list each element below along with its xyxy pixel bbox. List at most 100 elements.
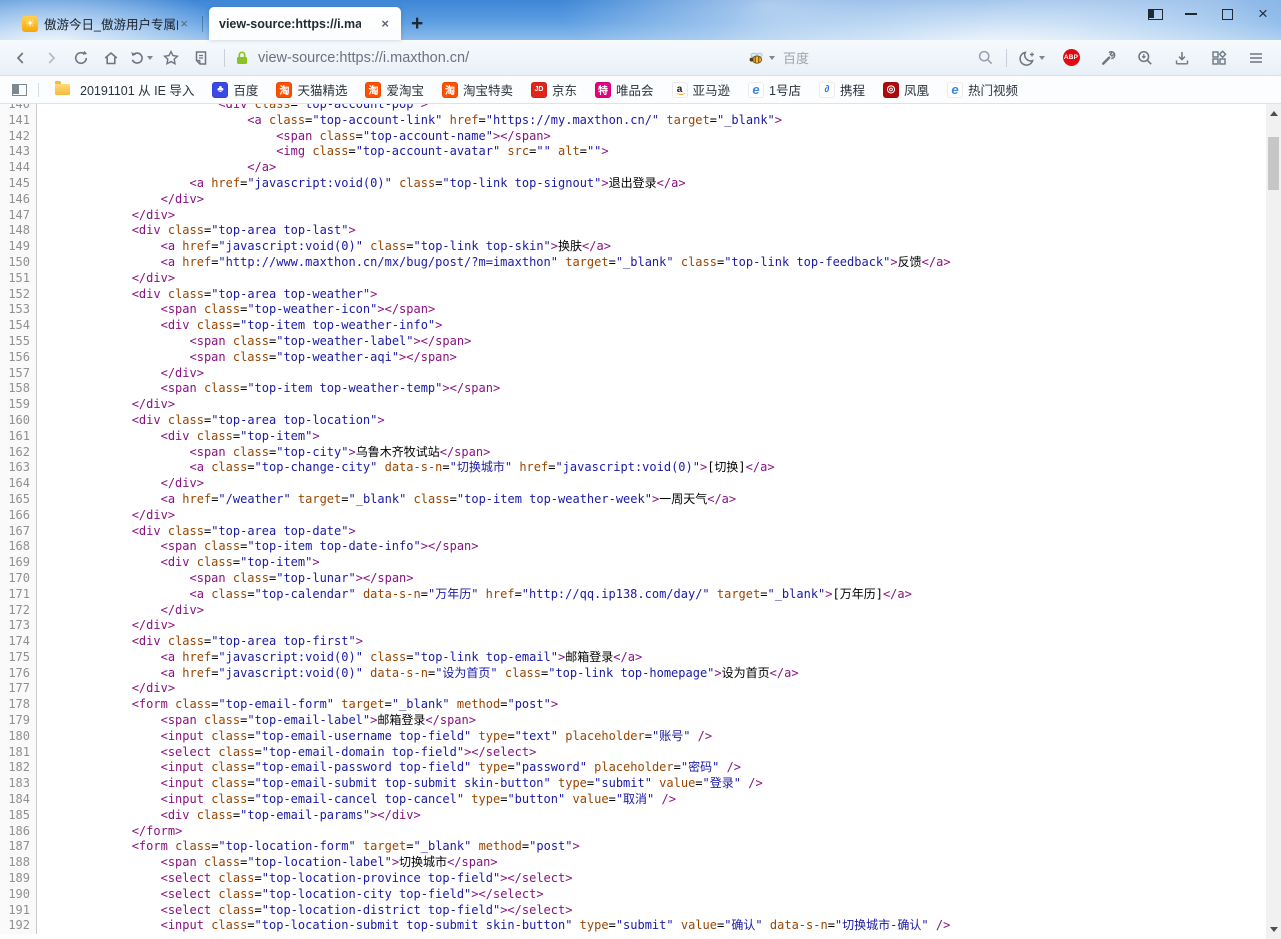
source-line-175: 175 <a href="javascript:void(0)" class="…: [0, 650, 1281, 666]
bookmark-item-jd[interactable]: JD京东: [531, 80, 577, 99]
undo-button[interactable]: [126, 43, 156, 73]
source-line-160: 160 <div class="top-area top-location">: [0, 413, 1281, 429]
bookmarks-divider: [38, 83, 39, 97]
line-code: <img class="top-account-avatar" src="" a…: [37, 144, 609, 160]
line-number: 190: [0, 887, 37, 903]
line-number: 179: [0, 713, 37, 729]
source-line-176: 176 <a href="javascript:void(0)" data-s-…: [0, 666, 1281, 682]
hamburger-menu-icon: [1247, 49, 1265, 67]
line-code: <input class="top-email-password top-fie…: [37, 760, 741, 776]
source-line-155: 155 <span class="top-weather-label"></sp…: [0, 334, 1281, 350]
night-mode-dropdown-caret[interactable]: [1039, 56, 1045, 60]
minimize-icon: [1185, 13, 1197, 15]
line-number: 161: [0, 429, 37, 445]
line-code: <a href="http://www.maxthon.cn/mx/bug/po…: [37, 255, 951, 271]
tab-maxthon-today[interactable]: ☀ 傲游今日_傲游用户专属的网 ×: [12, 7, 200, 40]
line-code: <div class="top-area top-location">: [37, 413, 385, 429]
source-line-142: 142 <span class="top-account-name"></spa…: [0, 129, 1281, 145]
bookmark-folder-ie-import[interactable]: 20191101 从 IE 导入: [55, 80, 194, 99]
line-code: <span class="top-lunar"></span>: [37, 571, 414, 587]
back-button[interactable]: [6, 43, 36, 73]
line-number: 191: [0, 903, 37, 919]
line-code: <span class="top-location-label">切换城市</s…: [37, 855, 498, 871]
address-bar[interactable]: view-source:https://i.maxthon.cn/: [233, 49, 469, 67]
new-tab-button[interactable]: +: [401, 13, 433, 40]
search-icon[interactable]: [977, 49, 994, 66]
url-text[interactable]: view-source:https://i.maxthon.cn/: [258, 50, 469, 66]
bookmark-item-taobao[interactable]: 淘淘宝特卖: [442, 80, 513, 99]
line-number: 185: [0, 808, 37, 824]
bookmark-item-ifeng[interactable]: ◎凤凰: [883, 80, 929, 99]
line-code: <span class="top-item top-date-info"></s…: [37, 539, 479, 555]
forward-button[interactable]: [36, 43, 66, 73]
bee-search-engine-icon[interactable]: [747, 49, 767, 67]
bookmark-item-yhd[interactable]: e1号店: [748, 80, 801, 99]
developer-tools-button[interactable]: [1093, 43, 1123, 73]
tab-close-icon[interactable]: ×: [379, 17, 391, 30]
main-menu-button[interactable]: [1241, 43, 1271, 73]
line-code: <span class="top-account-name"></span>: [37, 129, 551, 145]
line-code: <select class="top-location-district top…: [37, 903, 572, 919]
scroll-up-arrow-icon[interactable]: [1270, 111, 1278, 116]
aitaobao-favicon-icon: 淘: [365, 82, 381, 98]
resource-sniffer-button[interactable]: [1130, 43, 1160, 73]
line-number: 153: [0, 302, 37, 318]
line-number: 184: [0, 792, 37, 808]
line-code: <span class="top-email-label">邮箱登录</span…: [37, 713, 476, 729]
source-line-150: 150 <a href="http://www.maxthon.cn/mx/bu…: [0, 255, 1281, 271]
line-number: 188: [0, 855, 37, 871]
bookmark-item-tmall[interactable]: 淘天猫精选: [276, 80, 347, 99]
home-button[interactable]: [96, 43, 126, 73]
source-line-147: 147 </div>: [0, 208, 1281, 224]
bookmark-label: 热门视频: [968, 80, 1018, 99]
line-number: 160: [0, 413, 37, 429]
downloads-button[interactable]: [1167, 43, 1197, 73]
minimize-button[interactable]: [1183, 7, 1199, 21]
ui-layout-button[interactable]: [1147, 7, 1163, 21]
scrollbar-thumb[interactable]: [1268, 137, 1279, 190]
source-line-172: 172 </div>: [0, 603, 1281, 619]
line-code: <span class="top-weather-icon"></span>: [37, 302, 435, 318]
source-line-167: 167 <div class="top-area top-date">: [0, 524, 1281, 540]
search-box[interactable]: 百度: [743, 48, 998, 67]
close-button[interactable]: ×: [1255, 7, 1271, 21]
line-number: 155: [0, 334, 37, 350]
quick-apps-button[interactable]: [1204, 43, 1234, 73]
line-code: <input class="top-email-username top-fie…: [37, 729, 712, 745]
source-line-180: 180 <input class="top-email-username top…: [0, 729, 1281, 745]
favorites-button[interactable]: [156, 43, 186, 73]
home-icon: [102, 49, 120, 67]
search-engine-dropdown-caret[interactable]: [769, 56, 775, 60]
bookmark-item-ctrip[interactable]: ∂携程: [819, 80, 865, 99]
title-bar: ☀ 傲游今日_傲游用户专属的网 × view-source:https://i.…: [0, 0, 1281, 40]
taobao-favicon-icon: 淘: [442, 82, 458, 98]
tab-view-source[interactable]: view-source:https://i.maxth ×: [209, 7, 401, 40]
reload-button[interactable]: [66, 43, 96, 73]
line-number: 169: [0, 555, 37, 571]
vertical-scrollbar[interactable]: [1266, 104, 1281, 939]
bookmark-item-hotvideo[interactable]: e热门视频: [947, 80, 1018, 99]
line-code: <a href="javascript:void(0)" class="top-…: [37, 176, 686, 192]
line-number: 159: [0, 397, 37, 413]
bookmark-label: 凤凰: [904, 80, 929, 99]
scroll-down-arrow-icon[interactable]: [1270, 927, 1278, 932]
night-mode-button[interactable]: [1015, 43, 1049, 73]
sidebar-toggle-icon[interactable]: [12, 84, 27, 96]
search-input[interactable]: 百度: [783, 48, 977, 67]
adblock-button[interactable]: ABP: [1056, 43, 1086, 73]
note-button[interactable]: [186, 43, 216, 73]
bookmark-item-amazon[interactable]: a亚马逊: [672, 80, 731, 99]
maximize-button[interactable]: [1219, 7, 1235, 21]
grid-apps-icon: [1210, 49, 1228, 67]
bookmark-item-aitaobao[interactable]: 淘爱淘宝: [365, 80, 424, 99]
amazon-favicon-icon: a: [672, 82, 688, 98]
tab-close-icon[interactable]: ×: [178, 17, 190, 30]
line-code: <a href="javascript:void(0)" class="top-…: [37, 239, 611, 255]
source-line-152: 152 <div class="top-area top-weather">: [0, 287, 1281, 303]
tab-separator: [202, 16, 203, 32]
bookmark-item-baidu[interactable]: ♣百度: [212, 80, 258, 99]
bookmark-item-vip[interactable]: 特唯品会: [595, 80, 654, 99]
source-line-173: 173 </div>: [0, 618, 1281, 634]
undo-dropdown-caret[interactable]: [147, 56, 153, 60]
line-number: 142: [0, 129, 37, 145]
